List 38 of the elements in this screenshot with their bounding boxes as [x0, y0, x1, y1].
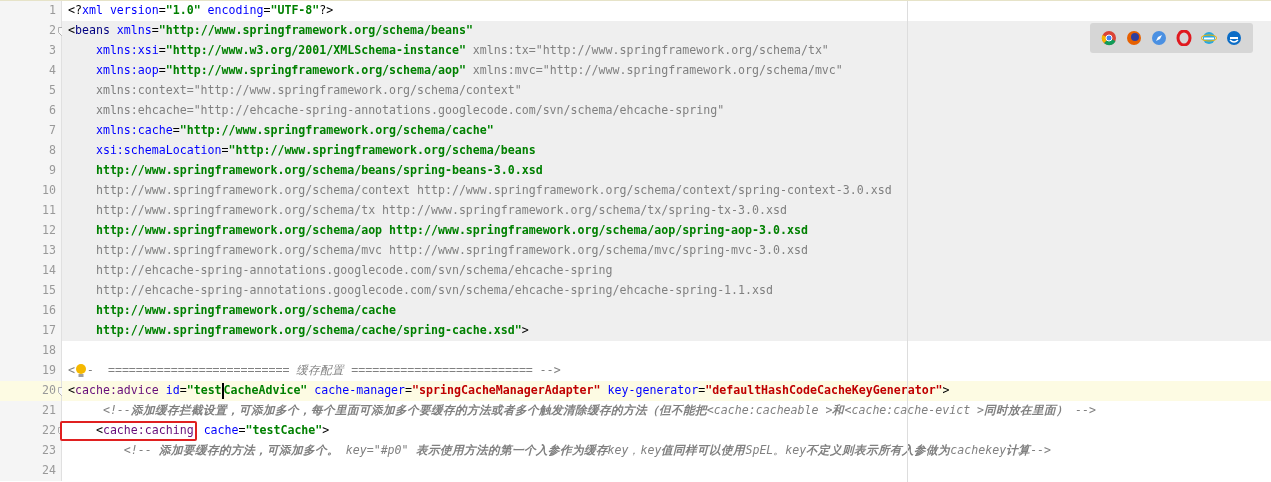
line-number: 6: [49, 102, 56, 120]
browser-icon[interactable]: [1100, 30, 1117, 46]
compass-icon[interactable]: [1150, 30, 1167, 46]
line-number: 24: [42, 462, 56, 480]
line-number: 21: [42, 402, 56, 420]
line-number: 5: [49, 82, 56, 100]
line-number: 1: [49, 2, 56, 20]
line-number: 2: [49, 22, 56, 40]
code-text: cache="testCache">: [202, 422, 330, 440]
line-number: 7: [49, 122, 56, 140]
line-number: 19: [42, 362, 56, 380]
line-number: 3: [49, 42, 56, 60]
line-number: 16: [42, 302, 56, 320]
line-number: 10: [42, 182, 56, 200]
line-number: 8: [49, 142, 56, 160]
line-number: 12: [42, 222, 56, 240]
browser-icon[interactable]: [1176, 30, 1193, 46]
line-number: 18: [42, 342, 56, 360]
browser-icon[interactable]: [1201, 30, 1218, 46]
lightbulb-icon[interactable]: [75, 363, 87, 379]
browser-icon[interactable]: [1226, 30, 1243, 46]
line-number: 14: [42, 262, 56, 280]
code-text: CacheAdvice" cache-manager="springCacheManagerAdapter" key-generator="defaultHashCodeCacheKeyGenerator">: [223, 382, 950, 400]
line-number: 17: [42, 322, 56, 340]
line-number: 13: [42, 242, 56, 260]
line-number: 23: [42, 442, 56, 460]
browser-icon[interactable]: [1125, 30, 1142, 46]
text-cursor: [221, 383, 224, 399]
line-number: 4: [49, 62, 56, 80]
line-number: 11: [42, 202, 56, 220]
line-number: 22: [42, 422, 56, 440]
line-number: 9: [49, 162, 56, 180]
line-number: 15: [42, 282, 56, 300]
highlight-frame: <cache:caching: [60, 421, 197, 441]
code-text: <cache:advice id="test: [68, 382, 222, 400]
line-number: 20: [42, 382, 56, 400]
code-text: <: [68, 362, 75, 380]
code-text: - ========================== 缓存配置 ========================== -->: [87, 362, 561, 380]
